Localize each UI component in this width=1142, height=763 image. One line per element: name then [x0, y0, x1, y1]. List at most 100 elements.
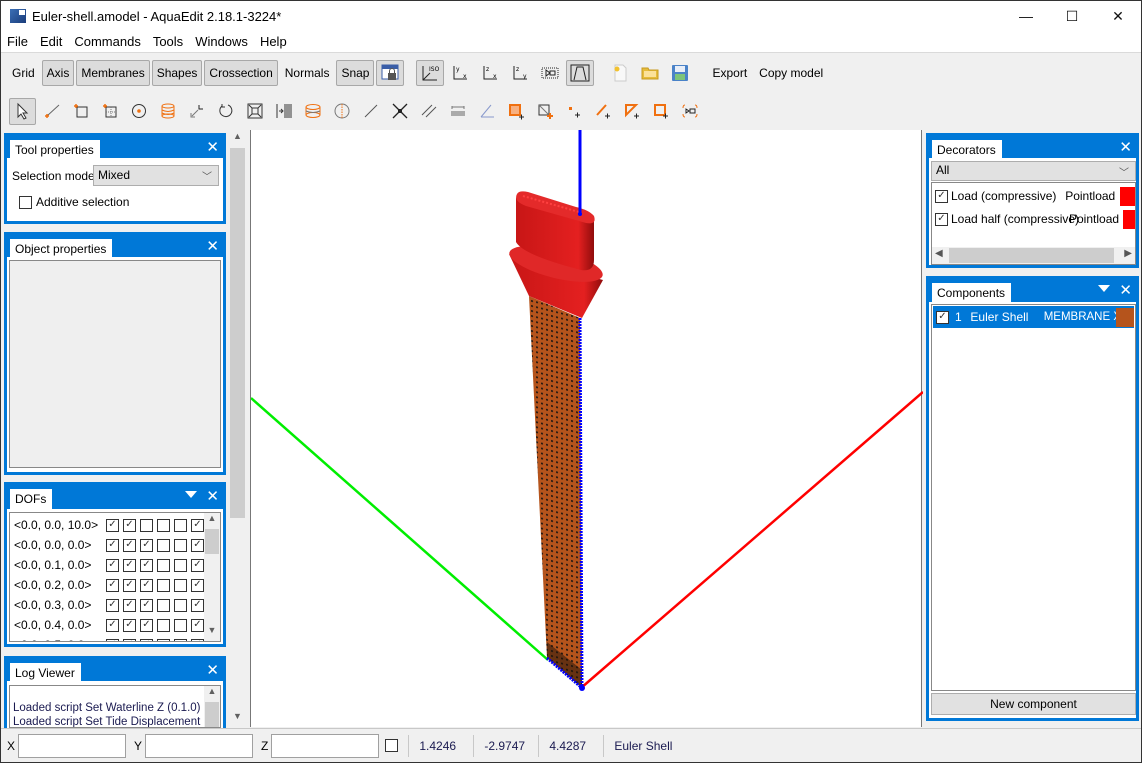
dof-checkbox[interactable]: ✓: [106, 558, 119, 572]
menu-commands[interactable]: Commands: [68, 34, 146, 49]
scroll-right-icon[interactable]: ▶: [1124, 248, 1132, 259]
dof-checkbox[interactable]: [157, 538, 170, 552]
toggle-membranes[interactable]: Membranes: [76, 59, 150, 86]
scroll-down-icon[interactable]: ▼: [229, 711, 246, 727]
dof-checkbox[interactable]: ✓: [191, 538, 204, 552]
decorator-color-swatch[interactable]: [1119, 186, 1135, 206]
decorator-row[interactable]: ✓ Load (compressive) Pointload: [935, 186, 1135, 206]
tool-sphere-section[interactable]: [328, 98, 355, 125]
dof-checkbox[interactable]: ✓: [140, 538, 153, 552]
tool-intersect[interactable]: [386, 98, 413, 125]
tool-add-diagonal-square[interactable]: [531, 98, 558, 125]
view-iso-button[interactable]: ISO: [416, 59, 445, 86]
menu-help[interactable]: Help: [254, 34, 293, 49]
tool-cylinder-section[interactable]: [299, 98, 326, 125]
x-coordinate-input[interactable]: [18, 733, 127, 758]
additive-selection-checkbox[interactable]: [19, 195, 32, 209]
dofs-scrollbar[interactable]: ▲ ▼: [204, 513, 220, 641]
tool-add-triangle[interactable]: [618, 98, 645, 125]
decorator-row[interactable]: ✓ Load half (compressive) Pointload: [935, 209, 1135, 229]
tool-cylinder[interactable]: [154, 98, 181, 125]
close-button[interactable]: ✕: [1095, 1, 1141, 31]
decorator-color-swatch[interactable]: [1123, 209, 1135, 229]
dof-checkbox[interactable]: ✓: [106, 518, 119, 532]
dof-checkbox[interactable]: [174, 558, 187, 572]
menu-file[interactable]: File: [1, 34, 34, 49]
scroll-up-icon[interactable]: ▲: [204, 513, 220, 529]
3d-viewport[interactable]: [250, 130, 923, 727]
tool-add-square[interactable]: [647, 98, 674, 125]
dof-checkbox[interactable]: ✓: [123, 538, 136, 552]
dof-checkbox[interactable]: [157, 618, 170, 632]
decorators-close-icon[interactable]: ✕: [1119, 138, 1132, 156]
toggle-shapes[interactable]: Shapes: [151, 59, 203, 86]
tool-select[interactable]: [9, 97, 36, 125]
tool-grid-rectangle[interactable]: [96, 98, 123, 125]
dof-checkbox[interactable]: ✓: [140, 618, 153, 632]
scroll-up-icon[interactable]: ▲: [204, 686, 220, 702]
dof-checkbox[interactable]: ✓: [140, 558, 153, 572]
menu-windows[interactable]: Windows: [189, 34, 254, 49]
menu-tools[interactable]: Tools: [147, 34, 189, 49]
components-menu-icon[interactable]: [1098, 285, 1110, 292]
new-component-button[interactable]: New component: [931, 693, 1136, 715]
dof-checkbox[interactable]: ✓: [106, 638, 119, 641]
export-button[interactable]: Export: [706, 66, 753, 80]
log-viewer-close-icon[interactable]: ✕: [206, 661, 219, 679]
tool-line-2[interactable]: [357, 98, 384, 125]
dof-checkbox[interactable]: ✓: [106, 578, 119, 592]
dof-checkbox[interactable]: ✓: [191, 638, 204, 641]
view-zy-button[interactable]: zy: [506, 60, 534, 86]
tool-add-component[interactable]: [676, 98, 703, 125]
dof-checkbox[interactable]: ✓: [123, 578, 136, 592]
dof-checkbox[interactable]: ✓: [191, 578, 204, 592]
dof-checkbox[interactable]: ✓: [123, 618, 136, 632]
component-visible-checkbox[interactable]: ✓: [936, 310, 949, 324]
lock-view-button[interactable]: [376, 59, 405, 86]
scroll-up-icon[interactable]: ▲: [229, 131, 246, 147]
left-dock-scrollbar[interactable]: ▲ ▼: [229, 131, 246, 727]
y-coordinate-input[interactable]: [145, 733, 254, 758]
dofs-menu-icon[interactable]: [185, 491, 197, 498]
perspective-button[interactable]: [566, 59, 595, 86]
tool-add-line[interactable]: [589, 98, 616, 125]
toggle-grid[interactable]: Grid: [7, 60, 40, 86]
dof-checkbox[interactable]: [157, 558, 170, 572]
tool-rectangle[interactable]: [67, 98, 94, 125]
tool-line[interactable]: [38, 98, 65, 125]
decorator-checkbox[interactable]: ✓: [935, 189, 948, 203]
tool-move[interactable]: [183, 98, 210, 125]
view-zx-button[interactable]: zx: [476, 60, 504, 86]
dof-checkbox[interactable]: [157, 638, 170, 641]
dof-checkbox[interactable]: [174, 518, 187, 532]
open-file-button[interactable]: [636, 60, 664, 86]
component-color-swatch[interactable]: [1115, 307, 1134, 327]
dof-checkbox[interactable]: ✓: [123, 558, 136, 572]
tool-add-filled-square[interactable]: [502, 98, 529, 125]
dof-checkbox[interactable]: [157, 518, 170, 532]
maximize-button[interactable]: ☐: [1049, 1, 1095, 31]
dof-checkbox[interactable]: ✓: [191, 598, 204, 612]
scroll-left-icon[interactable]: ◀: [935, 248, 943, 259]
component-row[interactable]: ✓ 1 Euler Shell MEMBRANE X: [933, 306, 1134, 328]
tool-rotate[interactable]: [212, 98, 239, 125]
dof-checkbox[interactable]: ✓: [106, 538, 119, 552]
dofs-close-icon[interactable]: ✕: [206, 487, 219, 505]
dof-checkbox[interactable]: [174, 598, 187, 612]
toggle-normals[interactable]: Normals: [280, 60, 335, 86]
dof-checkbox[interactable]: ✓: [106, 618, 119, 632]
dof-checkbox[interactable]: [157, 598, 170, 612]
dof-checkbox[interactable]: [174, 578, 187, 592]
coordinate-lock-checkbox[interactable]: [385, 739, 399, 752]
tool-angle[interactable]: [473, 98, 500, 125]
dof-checkbox[interactable]: [174, 538, 187, 552]
dof-checkbox[interactable]: ✓: [191, 618, 204, 632]
view-yx-button[interactable]: yx: [446, 60, 474, 86]
dof-checkbox[interactable]: ✓: [123, 518, 136, 532]
tool-circle[interactable]: [125, 98, 152, 125]
dof-checkbox[interactable]: [157, 578, 170, 592]
tool-dimension[interactable]: [444, 98, 471, 125]
dof-checkbox[interactable]: ✓: [140, 578, 153, 592]
dof-checkbox[interactable]: ✓: [123, 598, 136, 612]
decorator-checkbox[interactable]: ✓: [935, 212, 948, 226]
